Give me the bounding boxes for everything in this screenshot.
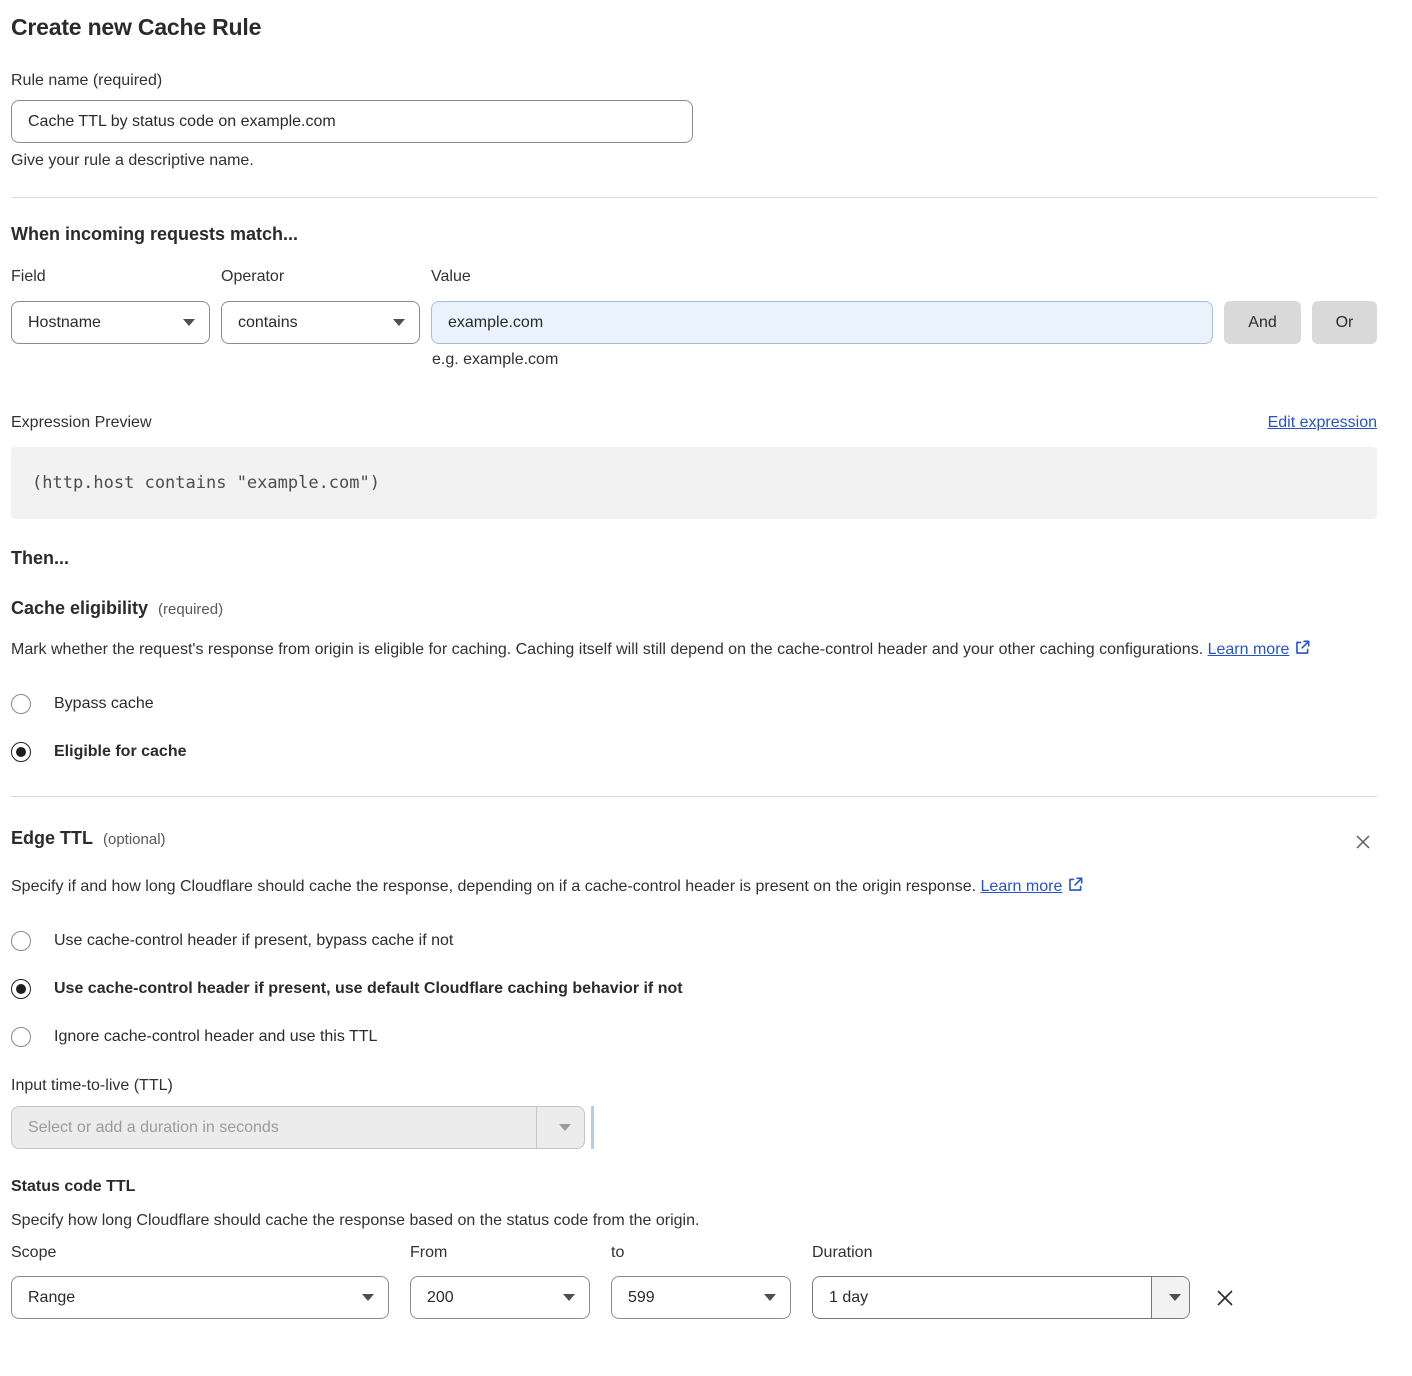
operator-select[interactable]: contains — [221, 301, 420, 344]
create-cache-rule-page: Create new Cache Rule Rule name (require… — [0, 0, 1412, 1349]
field-label: Field — [11, 268, 210, 286]
radio-unselected-icon[interactable] — [11, 694, 31, 714]
radio-option-label: Bypass cache — [54, 695, 154, 713]
radio-option-label: Eligible for cache — [54, 743, 186, 761]
duration-label: Duration — [812, 1244, 1190, 1262]
chevron-down-icon[interactable] — [536, 1107, 584, 1148]
rule-name-helper: Give your rule a descriptive name. — [11, 152, 1377, 170]
radio-selected-icon[interactable] — [11, 979, 31, 999]
edit-expression-link[interactable]: Edit expression — [1268, 414, 1377, 432]
external-link-icon — [1294, 643, 1311, 660]
learn-more-link[interactable]: Learn more — [981, 878, 1063, 895]
status-code-ttl-heading: Status code TTL — [11, 1178, 1377, 1196]
close-edge-ttl-button[interactable] — [1349, 828, 1377, 856]
field-select-value: Hostname — [28, 314, 101, 332]
match-heading: When incoming requests match... — [11, 224, 1377, 245]
edge-ttl-description: Specify if and how long Cloudflare shoul… — [11, 873, 1111, 903]
radio-option-label: Ignore cache-control header and use this… — [54, 1028, 377, 1046]
chevron-down-icon — [393, 319, 405, 326]
chevron-down-icon — [183, 319, 195, 326]
chevron-down-icon[interactable] — [1151, 1277, 1189, 1318]
chevron-down-icon — [362, 1294, 374, 1301]
to-select[interactable]: 599 — [611, 1276, 791, 1319]
to-select-value: 599 — [628, 1289, 655, 1307]
then-heading: Then... — [11, 548, 1377, 569]
operator-select-value: contains — [238, 314, 298, 332]
radio-option-use-header-default[interactable]: Use cache-control header if present, use… — [11, 979, 1377, 999]
cache-eligibility-description: Mark whether the request's response from… — [11, 636, 1356, 666]
status-code-ttl-description: Specify how long Cloudflare should cache… — [11, 1212, 1377, 1230]
duration-select-value: 1 day — [813, 1277, 1151, 1318]
status-code-ttl-row: Scope From to Duration Range 200 599 1 d… — [11, 1244, 1377, 1319]
chevron-down-icon — [764, 1294, 776, 1301]
radio-option-ignore-header[interactable]: Ignore cache-control header and use this… — [11, 1027, 1377, 1047]
edge-ttl-heading: Edge TTL(optional) — [11, 828, 166, 849]
focus-caret-bar — [591, 1106, 594, 1149]
expression-code: (http.host contains "example.com") — [32, 473, 380, 493]
delete-row-button[interactable] — [1211, 1284, 1237, 1312]
field-select[interactable]: Hostname — [11, 301, 210, 344]
rule-name-input[interactable] — [11, 100, 693, 143]
operator-label: Operator — [221, 268, 420, 286]
chevron-down-icon — [563, 1294, 575, 1301]
required-tag: (required) — [158, 601, 223, 618]
and-button[interactable]: And — [1224, 301, 1301, 344]
or-button[interactable]: Or — [1312, 301, 1377, 344]
ttl-input-label: Input time-to-live (TTL) — [11, 1077, 1377, 1095]
ttl-duration-select[interactable]: Select or add a duration in seconds — [11, 1106, 585, 1149]
scope-label: Scope — [11, 1244, 389, 1262]
page-title: Create new Cache Rule — [11, 14, 1377, 41]
duration-select[interactable]: 1 day — [812, 1276, 1190, 1319]
value-input[interactable] — [431, 301, 1213, 344]
match-row: Field Operator Value Hostname contains A… — [11, 268, 1377, 344]
section-divider — [11, 796, 1377, 797]
from-label: From — [410, 1244, 590, 1262]
rule-name-label: Rule name (required) — [11, 72, 1377, 90]
expression-preview-box: (http.host contains "example.com") — [11, 447, 1377, 519]
section-divider — [11, 197, 1377, 198]
ttl-select-placeholder: Select or add a duration in seconds — [12, 1107, 536, 1148]
scope-select-value: Range — [28, 1289, 75, 1307]
radio-option-bypass-cache[interactable]: Bypass cache — [11, 694, 1377, 714]
from-select-value: 200 — [427, 1289, 454, 1307]
scope-select[interactable]: Range — [11, 1276, 389, 1319]
radio-option-use-header-bypass[interactable]: Use cache-control header if present, byp… — [11, 931, 1377, 951]
learn-more-link[interactable]: Learn more — [1208, 641, 1290, 658]
radio-option-label: Use cache-control header if present, use… — [54, 980, 683, 998]
radio-option-eligible-for-cache[interactable]: Eligible for cache — [11, 742, 1377, 762]
value-label: Value — [431, 268, 1213, 286]
from-select[interactable]: 200 — [410, 1276, 590, 1319]
radio-selected-icon[interactable] — [11, 742, 31, 762]
external-link-icon — [1067, 880, 1084, 897]
to-label: to — [611, 1244, 791, 1262]
radio-unselected-icon[interactable] — [11, 1027, 31, 1047]
optional-tag: (optional) — [103, 831, 166, 848]
radio-unselected-icon[interactable] — [11, 931, 31, 951]
expression-preview-label: Expression Preview — [11, 414, 152, 432]
cache-eligibility-heading: Cache eligibility(required) — [11, 598, 1377, 619]
value-hint: e.g. example.com — [432, 351, 1377, 369]
radio-option-label: Use cache-control header if present, byp… — [54, 932, 453, 950]
